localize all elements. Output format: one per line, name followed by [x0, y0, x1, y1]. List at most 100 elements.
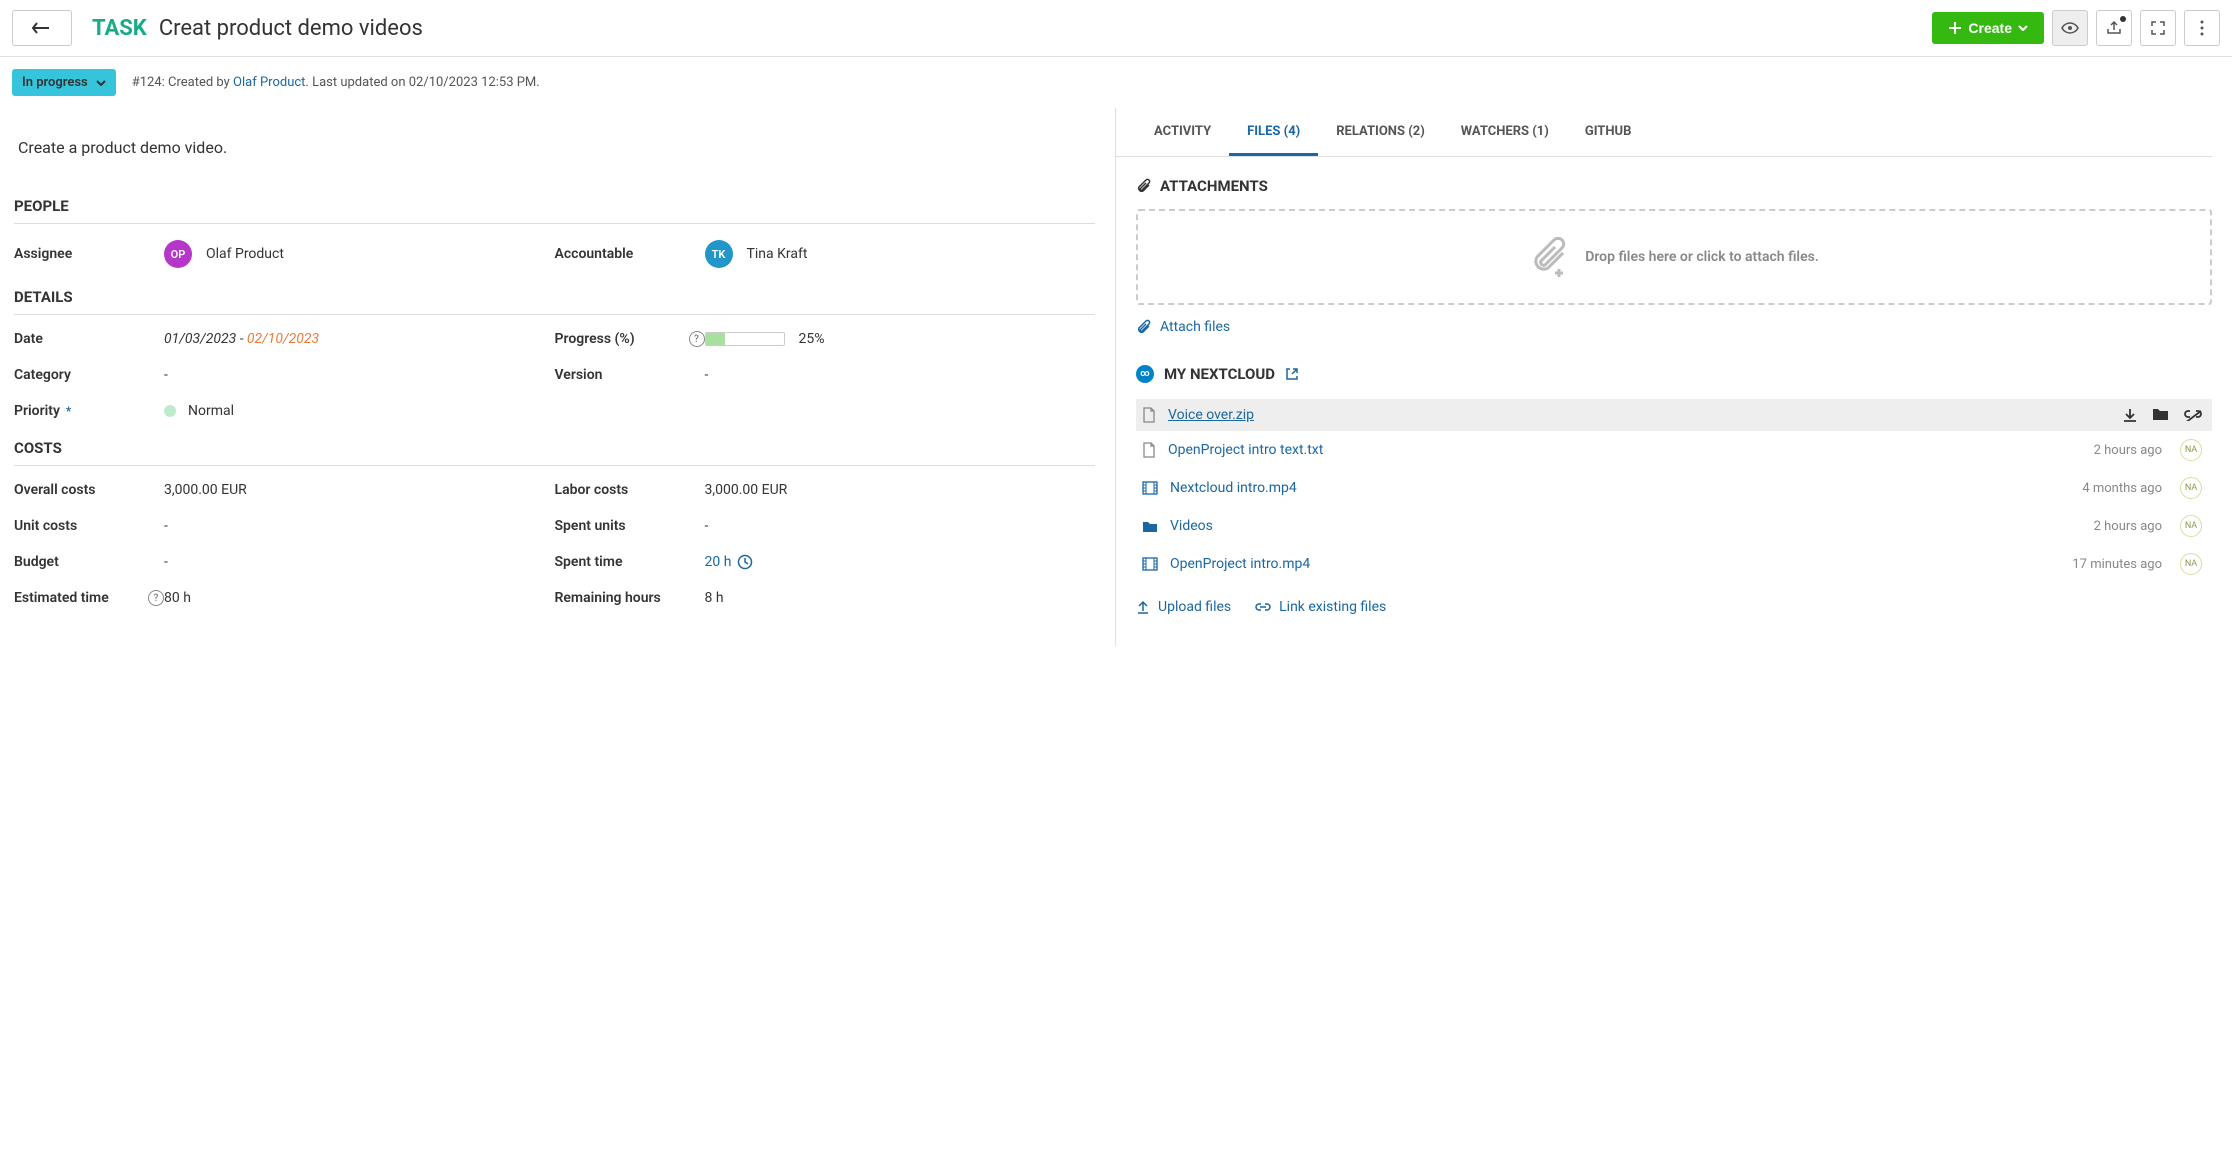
- tab-github[interactable]: GITHUB: [1567, 108, 1650, 156]
- spent-units-value[interactable]: -: [705, 518, 1096, 534]
- folder-open-icon[interactable]: [2152, 407, 2170, 421]
- file-actions: Upload files Link existing files: [1136, 599, 2212, 615]
- download-icon[interactable]: [2122, 407, 2138, 423]
- category-label: Category: [14, 367, 164, 383]
- upload-files-link[interactable]: Upload files: [1136, 599, 1231, 615]
- overall-costs-label: Overall costs: [14, 482, 164, 498]
- left-column: Create a product demo video. PEOPLE Assi…: [0, 108, 1116, 646]
- link-icon: [1255, 601, 1271, 613]
- attach-files-link[interactable]: Attach files: [1136, 319, 2212, 335]
- estimated-time-label-text: Estimated time: [14, 590, 109, 606]
- files-panel: ATTACHMENTS Drop files here or click to …: [1116, 157, 2212, 615]
- task-title[interactable]: Creat product demo videos: [159, 16, 423, 41]
- accountable-value[interactable]: TK Tina Kraft: [705, 240, 1096, 268]
- remaining-hours-value[interactable]: 8 h: [705, 590, 1096, 606]
- labor-costs-value[interactable]: 3,000.00 EUR: [705, 482, 1096, 498]
- unit-costs-value[interactable]: -: [164, 518, 555, 534]
- tab-files[interactable]: FILES (4): [1229, 108, 1318, 156]
- file-time: 17 minutes ago: [2072, 557, 2162, 572]
- tabs: ACTIVITY FILES (4) RELATIONS (2) WATCHER…: [1116, 108, 2212, 157]
- watch-button[interactable]: [2052, 10, 2088, 46]
- eye-icon: [2061, 22, 2079, 34]
- overall-costs-value[interactable]: 3,000.00 EUR: [164, 482, 555, 498]
- help-icon[interactable]: ?: [148, 590, 164, 606]
- share-button[interactable]: [2096, 10, 2132, 46]
- file-row[interactable]: OpenProject intro.mp417 minutes agoNA: [1136, 545, 2212, 583]
- file-row[interactable]: Voice over.zip: [1136, 399, 2212, 431]
- date-value[interactable]: 01/03/2023 - 02/10/2023: [164, 331, 555, 347]
- category-value[interactable]: -: [164, 367, 555, 383]
- create-button[interactable]: Create: [1932, 12, 2044, 44]
- attachments-heading-text: ATTACHMENTS: [1160, 177, 1268, 195]
- people-heading: PEOPLE: [14, 197, 1095, 224]
- assignee-value[interactable]: OP Olaf Product: [164, 240, 555, 268]
- estimated-time-value[interactable]: 80 h: [164, 590, 555, 606]
- paperclip-icon: [1136, 178, 1152, 194]
- link-existing-text: Link existing files: [1279, 599, 1386, 615]
- back-button[interactable]: [12, 10, 72, 46]
- tab-activity[interactable]: ACTIVITY: [1136, 108, 1229, 156]
- progress-value[interactable]: 25%: [705, 331, 1096, 347]
- version-value[interactable]: -: [705, 367, 1096, 383]
- file-name[interactable]: Voice over.zip: [1168, 407, 2110, 423]
- header-actions: Create: [1932, 10, 2220, 46]
- header-title: TASK Creat product demo videos: [92, 16, 423, 41]
- priority-value[interactable]: Normal: [164, 403, 555, 419]
- tab-relations[interactable]: RELATIONS (2): [1318, 108, 1443, 156]
- budget-value[interactable]: -: [164, 554, 555, 570]
- avatar: OP: [164, 240, 192, 268]
- costs-heading: COSTS: [14, 439, 1095, 466]
- required-star-icon: *: [66, 404, 71, 418]
- spent-units-label: Spent units: [555, 518, 705, 534]
- kebab-icon: [2200, 20, 2204, 36]
- status-dropdown[interactable]: In progress: [12, 69, 116, 96]
- more-button[interactable]: [2184, 10, 2220, 46]
- file-name[interactable]: Videos: [1170, 518, 2082, 534]
- dropzone[interactable]: Drop files here or click to attach files…: [1136, 209, 2212, 305]
- date-end: 02/10/2023: [247, 331, 319, 347]
- help-icon[interactable]: ?: [689, 331, 705, 347]
- create-label: Create: [1968, 20, 2012, 36]
- tab-watchers[interactable]: WATCHERS (1): [1443, 108, 1567, 156]
- author-link[interactable]: Olaf Product: [233, 75, 305, 90]
- accountable-label: Accountable: [555, 240, 705, 268]
- spent-time-value[interactable]: 20 h: [705, 554, 1096, 570]
- file-name[interactable]: OpenProject intro.mp4: [1170, 556, 2060, 572]
- file-list: Voice over.zip OpenProject intro text.txt…: [1136, 399, 2212, 583]
- file-name[interactable]: OpenProject intro text.txt: [1168, 442, 2082, 458]
- date-label: Date: [14, 331, 164, 347]
- fullscreen-button[interactable]: [2140, 10, 2176, 46]
- details-heading: DETAILS: [14, 288, 1095, 315]
- file-icon: [1142, 407, 1156, 423]
- subheader: In progress #124: Created by Olaf Produc…: [0, 57, 2232, 108]
- unlink-icon[interactable]: [2184, 407, 2202, 421]
- na-badge: NA: [2180, 477, 2202, 499]
- file-row[interactable]: OpenProject intro text.txt2 hours agoNA: [1136, 431, 2212, 469]
- file-icon: [1142, 442, 1156, 458]
- nextcloud-icon: ∞: [1136, 365, 1154, 383]
- accountable-name: Tina Kraft: [747, 246, 808, 262]
- priority-label: Priority *: [14, 403, 164, 419]
- external-link-icon[interactable]: [1285, 367, 1299, 381]
- link-existing-files-link[interactable]: Link existing files: [1255, 599, 1386, 615]
- priority-label-text: Priority: [14, 403, 60, 419]
- estimated-time-label: Estimated time ?: [14, 590, 164, 606]
- progress-text: 25%: [799, 331, 825, 347]
- file-row[interactable]: Nextcloud intro.mp4 4 months ago NA: [1136, 469, 2212, 507]
- folder-icon: [1142, 520, 1158, 533]
- file-time: 4 months ago: [2082, 481, 2162, 496]
- progress-label: Progress (%) ?: [555, 331, 705, 347]
- video-icon: [1142, 557, 1158, 571]
- description[interactable]: Create a product demo video.: [18, 138, 1095, 157]
- version-label: Version: [555, 367, 705, 383]
- file-row[interactable]: Videos2 hours agoNA: [1136, 507, 2212, 545]
- notification-dot-icon: [2120, 16, 2126, 22]
- priority-dot-icon: [164, 405, 176, 417]
- na-badge: NA: [2180, 515, 2202, 537]
- body: Create a product demo video. PEOPLE Assi…: [0, 108, 2232, 646]
- avatar: TK: [705, 240, 733, 268]
- nextcloud-heading-text: MY NEXTCLOUD: [1164, 365, 1275, 383]
- share-icon: [2106, 21, 2122, 35]
- file-name[interactable]: Nextcloud intro.mp4: [1170, 480, 2070, 496]
- file-time: 2 hours ago: [2094, 443, 2162, 458]
